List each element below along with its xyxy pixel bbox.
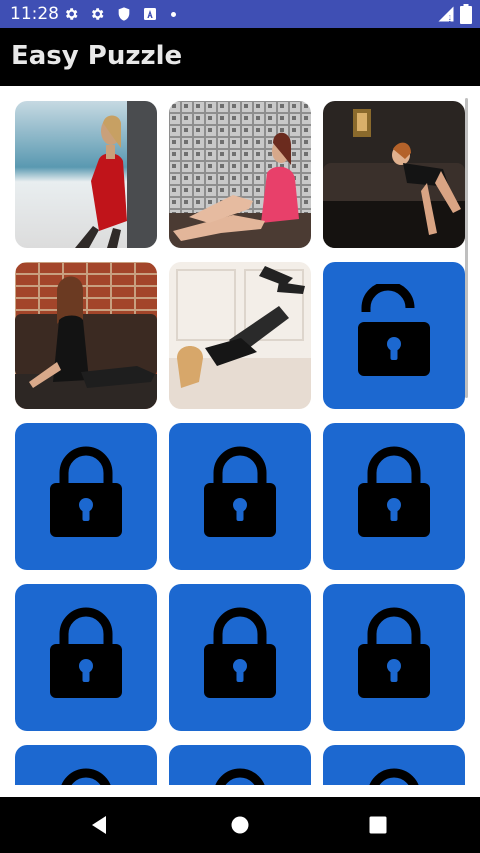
lock-icon [61, 768, 111, 785]
lock-icon [50, 607, 122, 698]
system-nav-bar [0, 797, 480, 853]
puzzle-photo-thumbnail [169, 262, 311, 409]
puzzle-photo-thumbnail [323, 101, 465, 248]
shield-icon [118, 7, 130, 21]
puzzle-photo-thumbnail [169, 101, 311, 248]
puzzle-tile-photo[interactable] [323, 101, 465, 248]
lock-open-icon [358, 284, 430, 376]
recents-icon[interactable] [366, 813, 390, 837]
back-icon[interactable] [88, 813, 112, 837]
puzzle-tile-locked[interactable] [15, 745, 157, 785]
notification-dot-icon [171, 12, 176, 17]
puzzle-tile-photo[interactable] [15, 101, 157, 248]
puzzle-tile-locked[interactable] [15, 423, 157, 570]
home-icon[interactable] [228, 813, 252, 837]
lock-icon [358, 446, 430, 537]
status-bar: 11:28 [0, 0, 480, 28]
lock-icon [204, 446, 276, 537]
lock-icon [50, 446, 122, 537]
battery-icon [460, 4, 472, 24]
signal-icon [438, 6, 454, 22]
puzzle-tile-photo[interactable] [169, 101, 311, 248]
puzzle-tile-locked[interactable] [323, 584, 465, 731]
settings-icon [91, 8, 104, 20]
puzzle-photo-thumbnail [15, 101, 157, 248]
status-time: 11:28 [10, 4, 59, 24]
puzzle-tile-photo[interactable] [15, 262, 157, 409]
puzzle-tile-locked[interactable] [15, 584, 157, 731]
puzzle-tile-locked[interactable] [169, 423, 311, 570]
puzzle-tile-locked[interactable] [323, 423, 465, 570]
lock-icon [204, 607, 276, 698]
puzzle-tile-locked[interactable] [169, 584, 311, 731]
app-bar: Easy Puzzle [0, 28, 480, 86]
puzzle-tile-unlocked[interactable] [323, 262, 465, 409]
scrollbar[interactable] [465, 98, 468, 398]
puzzle-tile-locked[interactable] [169, 745, 311, 785]
puzzle-photo-thumbnail [15, 262, 157, 409]
lock-icon [369, 768, 419, 785]
puzzle-tile-photo[interactable] [169, 262, 311, 409]
puzzle-grid[interactable] [0, 86, 480, 785]
lock-icon [215, 768, 265, 785]
settings-icon [65, 8, 78, 20]
puzzle-tile-locked[interactable] [323, 745, 465, 785]
app-notification-icon [144, 8, 156, 20]
lock-icon [358, 607, 430, 698]
page-title: Easy Puzzle [11, 41, 183, 71]
